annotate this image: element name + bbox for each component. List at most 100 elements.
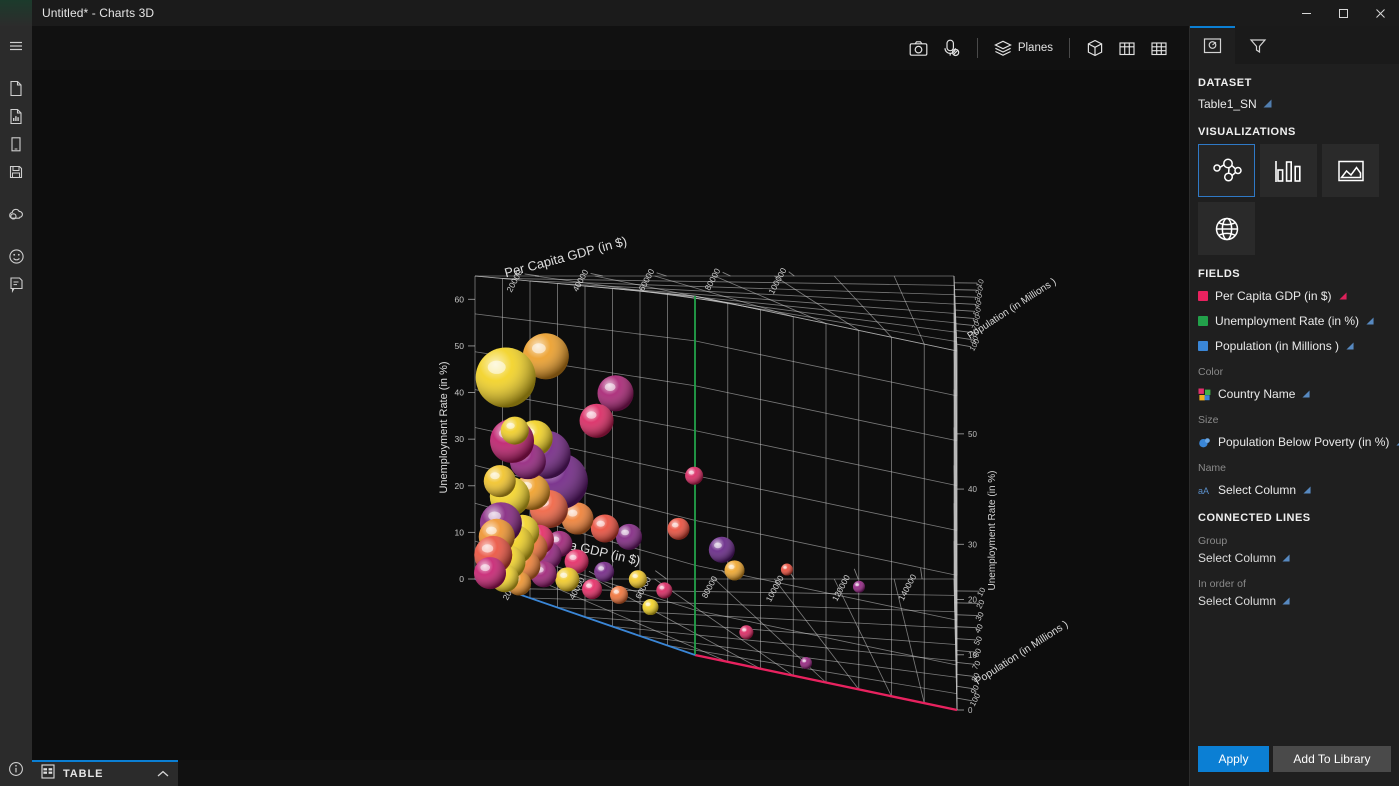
- field-value-color: Country Name: [1218, 387, 1296, 401]
- title-bar-accent: [0, 0, 32, 26]
- field-swatch-gdp: [1198, 291, 1208, 301]
- field-row-size[interactable]: Population Below Poverty (in %): [1198, 433, 1399, 451]
- expand-icon[interactable]: [1263, 95, 1272, 113]
- feedback-icon[interactable]: [0, 270, 32, 298]
- svg-text:10: 10: [455, 527, 465, 537]
- panel-tab-strip: [1190, 26, 1399, 64]
- field-value-size: Population Below Poverty (in %): [1218, 435, 1390, 449]
- panel-body: DATASET Table1_SN VISUALIZATIONS FIELDS …: [1190, 64, 1399, 742]
- viz-globe[interactable]: [1198, 202, 1255, 255]
- minimize-button[interactable]: [1288, 0, 1325, 26]
- svg-text:50: 50: [455, 341, 465, 351]
- visualizations-heading: VISUALIZATIONS: [1198, 126, 1296, 138]
- tab-visualization[interactable]: [1190, 26, 1235, 64]
- chart-3d-svg: 0102030405060Unemployment Rate (in %)010…: [438, 233, 1071, 715]
- bubble-size-icon: [1198, 436, 1211, 449]
- field-row-gdp[interactable]: Per Capita GDP (in $): [1198, 287, 1391, 305]
- smiley-icon[interactable]: [0, 242, 32, 270]
- chart-canvas[interactable]: 0 10 20 30 40 50 60 Unemployment Rate (in %) 0 10…: [32, 70, 1189, 760]
- svg-text:Unemployment Rate (in %): Unemployment Rate (in %): [987, 470, 998, 590]
- box-view-icon[interactable]: [1079, 33, 1111, 63]
- bottom-bar: TABLE: [32, 760, 1189, 786]
- expand-icon[interactable]: [1366, 312, 1374, 330]
- connected-order-row[interactable]: Select Column: [1198, 592, 1391, 610]
- hamburger-menu-icon[interactable]: [0, 32, 32, 60]
- cloud-icon[interactable]: [0, 200, 32, 228]
- expand-icon[interactable]: [1303, 481, 1311, 499]
- table-panel-tab[interactable]: TABLE: [32, 760, 178, 786]
- svg-text:50: 50: [968, 430, 977, 439]
- dataset-row[interactable]: Table1_SN: [1198, 95, 1391, 113]
- camera-icon[interactable]: [902, 33, 935, 63]
- expand-icon[interactable]: [1346, 337, 1354, 355]
- expand-icon[interactable]: [1282, 592, 1290, 610]
- svg-text:40: 40: [973, 622, 985, 635]
- svg-text:30: 30: [968, 540, 977, 549]
- svg-text:70: 70: [970, 659, 982, 672]
- svg-text:100000: 100000: [766, 266, 788, 296]
- dataset-name: Table1_SN: [1198, 97, 1257, 111]
- area-chart-icon: [1337, 160, 1364, 181]
- field-label-unemployment: Unemployment Rate (in %): [1215, 314, 1360, 328]
- toolbar-separator: [1069, 38, 1070, 58]
- field-row-name[interactable]: aA Select Column: [1198, 481, 1391, 499]
- planes-button[interactable]: Planes: [987, 33, 1060, 63]
- svg-text:120000: 120000: [830, 573, 852, 603]
- field-row-population[interactable]: Population (in Millions ): [1198, 337, 1391, 355]
- maximize-button[interactable]: [1325, 0, 1362, 26]
- svg-text:100: 100: [968, 691, 982, 707]
- expand-icon[interactable]: [1282, 549, 1290, 567]
- svg-text:aA: aA: [1198, 486, 1209, 496]
- svg-text:140000: 140000: [896, 572, 918, 602]
- field-label-gdp: Per Capita GDP (in $): [1215, 289, 1332, 303]
- svg-text:10: 10: [975, 586, 987, 599]
- viz-bar-chart[interactable]: [1260, 144, 1317, 197]
- svg-text:0: 0: [968, 706, 973, 715]
- panel-footer: Apply Add To Library: [1190, 742, 1399, 786]
- field-row-color[interactable]: Country Name: [1198, 385, 1391, 403]
- connected-group-row[interactable]: Select Column: [1198, 549, 1391, 567]
- svg-text:100000: 100000: [764, 573, 786, 603]
- planes-label: Planes: [1017, 42, 1053, 54]
- text-column-icon: aA: [1198, 484, 1211, 497]
- name-group-label: Name: [1198, 462, 1227, 474]
- bar-chart-icon: [1274, 160, 1301, 182]
- open-document-icon[interactable]: [0, 102, 32, 130]
- filter-funnel-icon: [1249, 39, 1266, 54]
- chart-icon: [1203, 38, 1222, 54]
- connected-group-value: Select Column: [1198, 551, 1277, 565]
- toolbar-separator: [976, 38, 978, 58]
- expand-icon[interactable]: [1338, 287, 1347, 305]
- viz-area-chart[interactable]: [1322, 144, 1379, 197]
- top-toolbar: Planes: [32, 26, 1189, 70]
- field-swatch-unemployment: [1198, 316, 1208, 326]
- info-icon[interactable]: [0, 752, 32, 786]
- size-group-label: Size: [1198, 414, 1219, 426]
- save-icon[interactable]: [0, 158, 32, 186]
- fields-heading: FIELDS: [1198, 268, 1241, 280]
- svg-text:Unemployment Rate (in %): Unemployment Rate (in %): [438, 361, 450, 493]
- dataset-heading: DATASET: [1198, 77, 1252, 89]
- record-icon[interactable]: [935, 33, 968, 63]
- svg-text:80000: 80000: [699, 574, 719, 600]
- grid-medium-icon[interactable]: [1111, 33, 1143, 63]
- new-document-icon[interactable]: [0, 74, 32, 102]
- svg-text:30: 30: [455, 434, 465, 444]
- device-icon[interactable]: [0, 130, 32, 158]
- grid-fine-icon[interactable]: [1143, 33, 1175, 63]
- apply-button[interactable]: Apply: [1198, 746, 1269, 772]
- expand-icon[interactable]: [1302, 385, 1310, 403]
- svg-text:50: 50: [972, 634, 984, 647]
- color-palette-icon: [1198, 388, 1211, 401]
- tab-filter[interactable]: [1235, 26, 1280, 64]
- add-to-library-button[interactable]: Add To Library: [1272, 746, 1391, 772]
- chevron-up-icon[interactable]: [157, 765, 169, 783]
- svg-text:Population (in Millions ): Population (in Millions ): [973, 618, 1071, 687]
- svg-text:60: 60: [455, 294, 465, 304]
- close-button[interactable]: [1362, 0, 1399, 26]
- field-row-unemployment[interactable]: Unemployment Rate (in %): [1198, 312, 1391, 330]
- title-bar: Untitled* - Charts 3D: [0, 0, 1399, 26]
- color-group-label: Color: [1198, 366, 1224, 378]
- table-icon: [41, 764, 55, 784]
- viz-bubble-scatter[interactable]: [1198, 144, 1255, 197]
